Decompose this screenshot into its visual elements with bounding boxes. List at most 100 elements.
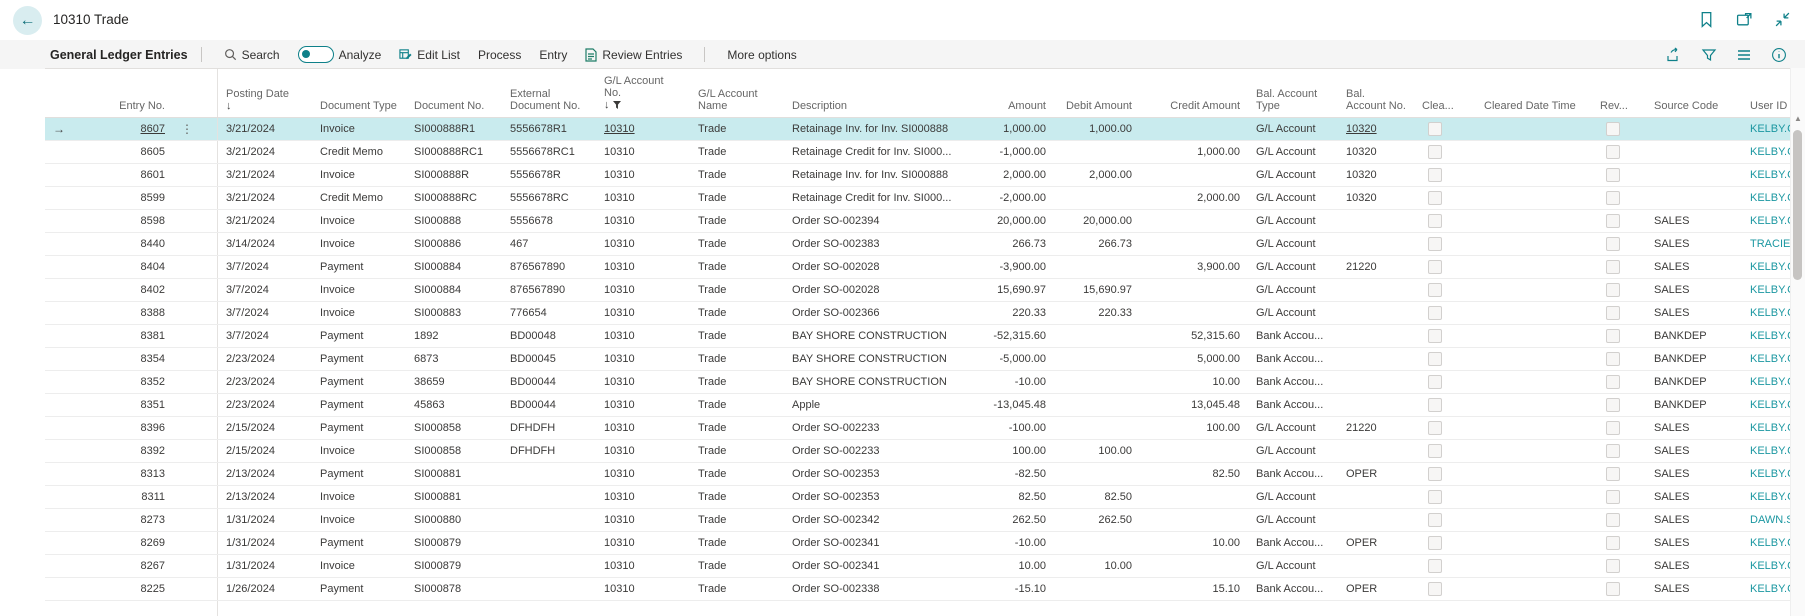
cell-cleared[interactable] — [1414, 485, 1476, 509]
cell-entry-no[interactable]: 8313 — [107, 462, 173, 486]
filter-icon[interactable] — [1701, 47, 1717, 63]
cell-source-code[interactable]: BANKDEP — [1646, 393, 1742, 417]
cell-debit-amount[interactable] — [1054, 462, 1140, 486]
cell-description[interactable]: BAY SHORE CONSTRUCTION — [784, 347, 960, 371]
cell-posting-date[interactable]: 3/21/2024 — [217, 186, 312, 210]
cell-bal-account-no[interactable]: OPER — [1338, 462, 1414, 486]
cell-cleared[interactable] — [1414, 554, 1476, 578]
cell-cleared[interactable] — [1414, 531, 1476, 555]
cell-description[interactable]: Order SO-002353 — [784, 485, 960, 509]
cell-document-no[interactable]: SI000888RC1 — [406, 140, 502, 164]
reversed-checkbox[interactable] — [1606, 536, 1620, 550]
cell-user-id[interactable]: KELBY.CAIOLA — [1742, 186, 1791, 210]
table-row[interactable]: 8381 3/7/2024 Payment 1892 BD00048 10310 Trade… — [45, 324, 1791, 348]
cell-bal-account-type[interactable]: Bank Accou... — [1248, 577, 1338, 601]
scrollbar-thumb[interactable] — [1793, 130, 1802, 280]
cell-bal-account-no[interactable] — [1338, 232, 1414, 256]
cell-amount[interactable]: 1,000.00 — [960, 117, 1054, 141]
cleared-checkbox[interactable] — [1428, 467, 1442, 481]
cell-external-document-no[interactable]: 467 — [502, 232, 596, 256]
cell-document-no[interactable]: SI000858 — [406, 416, 502, 440]
reversed-checkbox[interactable] — [1606, 145, 1620, 159]
cell-entry-no[interactable]: 8599 — [107, 186, 173, 210]
cell-posting-date[interactable]: 2/23/2024 — [217, 393, 312, 417]
cell-posting-date[interactable]: 2/15/2024 — [217, 416, 312, 440]
reversed-checkbox[interactable] — [1606, 237, 1620, 251]
cleared-checkbox[interactable] — [1428, 191, 1442, 205]
table-row[interactable]: 8352 2/23/2024 Payment 38659 BD00044 10310 Tra… — [45, 370, 1791, 394]
cleared-checkbox[interactable] — [1428, 421, 1442, 435]
cell-bal-account-type[interactable]: G/L Account — [1248, 485, 1338, 509]
cell-entry-no[interactable]: 8601 — [107, 163, 173, 187]
cell-reversed[interactable] — [1592, 186, 1646, 210]
cell-posting-date[interactable]: 3/14/2024 — [217, 232, 312, 256]
cleared-checkbox[interactable] — [1428, 122, 1442, 136]
row-options-icon[interactable]: ⋮ — [181, 122, 193, 136]
cell-debit-amount[interactable]: 20,000.00 — [1054, 209, 1140, 233]
cell-description[interactable]: Order SO-002028 — [784, 255, 960, 279]
cell-source-code[interactable]: SALES — [1646, 209, 1742, 233]
cell-cleared[interactable] — [1414, 209, 1476, 233]
choose-columns-icon[interactable] — [1736, 47, 1752, 63]
column-header-user-id[interactable]: User ID — [1742, 69, 1791, 118]
cleared-checkbox[interactable] — [1428, 513, 1442, 527]
open-in-new-window-icon[interactable] — [1736, 11, 1753, 28]
cell-cleared-date-time[interactable] — [1476, 554, 1592, 578]
cell-credit-amount[interactable]: 10.00 — [1140, 370, 1248, 394]
cell-cleared[interactable] — [1414, 416, 1476, 440]
cell-user-id[interactable]: KELBY.CAIOLA — [1742, 531, 1791, 555]
cell-bal-account-no[interactable]: 10320 — [1338, 163, 1414, 187]
cell-document-type[interactable]: Invoice — [312, 232, 406, 256]
cell-cleared-date-time[interactable] — [1476, 232, 1592, 256]
cell-menu[interactable] — [173, 163, 218, 187]
cell-gl-account-no[interactable]: 10310 — [596, 232, 690, 256]
cell-bal-account-no[interactable] — [1338, 347, 1414, 371]
cell-external-document-no[interactable]: DFHDFH — [502, 439, 596, 463]
cell-cleared-date-time[interactable] — [1476, 508, 1592, 532]
cell-bal-account-type[interactable]: G/L Account — [1248, 416, 1338, 440]
reversed-checkbox[interactable] — [1606, 444, 1620, 458]
reversed-checkbox[interactable] — [1606, 191, 1620, 205]
review-entries-button[interactable]: Review Entries — [576, 40, 691, 69]
cell-debit-amount[interactable]: 220.33 — [1054, 301, 1140, 325]
cell-credit-amount[interactable]: 82.50 — [1140, 462, 1248, 486]
cell-gl-account-no[interactable]: 10310 — [596, 393, 690, 417]
reversed-checkbox[interactable] — [1606, 421, 1620, 435]
cell-cleared-date-time[interactable] — [1476, 186, 1592, 210]
cell-amount[interactable]: -15.10 — [960, 577, 1054, 601]
cell-amount[interactable]: -1,000.00 — [960, 140, 1054, 164]
cell-entry-no[interactable]: 8273 — [107, 508, 173, 532]
cell-external-document-no[interactable]: 776654 — [502, 301, 596, 325]
cell-menu[interactable] — [173, 439, 218, 463]
cell-description[interactable]: Order SO-002338 — [784, 577, 960, 601]
cell-menu[interactable] — [173, 393, 218, 417]
cleared-checkbox[interactable] — [1428, 582, 1442, 596]
cell-posting-date[interactable]: 3/7/2024 — [217, 301, 312, 325]
cell-user-id[interactable]: KELBY.CAIOLA — [1742, 117, 1791, 141]
cell-debit-amount[interactable] — [1054, 140, 1140, 164]
reversed-checkbox[interactable] — [1606, 352, 1620, 366]
cell-amount[interactable]: -82.50 — [960, 462, 1054, 486]
cell-document-no[interactable]: 6873 — [406, 347, 502, 371]
cell-gl-account-name[interactable]: Trade — [690, 163, 784, 187]
cell-source-code[interactable]: SALES — [1646, 416, 1742, 440]
cell-source-code[interactable]: SALES — [1646, 439, 1742, 463]
cell-credit-amount[interactable]: 2,000.00 — [1140, 186, 1248, 210]
reversed-checkbox[interactable] — [1606, 283, 1620, 297]
cleared-checkbox[interactable] — [1428, 283, 1442, 297]
cell-bal-account-type[interactable]: G/L Account — [1248, 117, 1338, 141]
cell-description[interactable]: Retainage Credit for Inv. SI000... — [784, 140, 960, 164]
cell-reversed[interactable] — [1592, 301, 1646, 325]
cell-document-type[interactable]: Invoice — [312, 301, 406, 325]
table-row[interactable]: 8269 1/31/2024 Payment SI000879 10310 Trade Or… — [45, 531, 1791, 555]
cell-source-code[interactable]: SALES — [1646, 255, 1742, 279]
column-header-entry-no[interactable]: Entry No. — [107, 69, 173, 118]
cell-description[interactable]: Order SO-002341 — [784, 531, 960, 555]
cell-amount[interactable]: -13,045.48 — [960, 393, 1054, 417]
column-header-external-document-no[interactable]: External Document No. — [502, 69, 596, 118]
cell-cleared-date-time[interactable] — [1476, 324, 1592, 348]
bookmark-icon[interactable] — [1698, 11, 1715, 28]
cell-reversed[interactable] — [1592, 554, 1646, 578]
cell-external-document-no[interactable] — [502, 577, 596, 601]
cleared-checkbox[interactable] — [1428, 214, 1442, 228]
